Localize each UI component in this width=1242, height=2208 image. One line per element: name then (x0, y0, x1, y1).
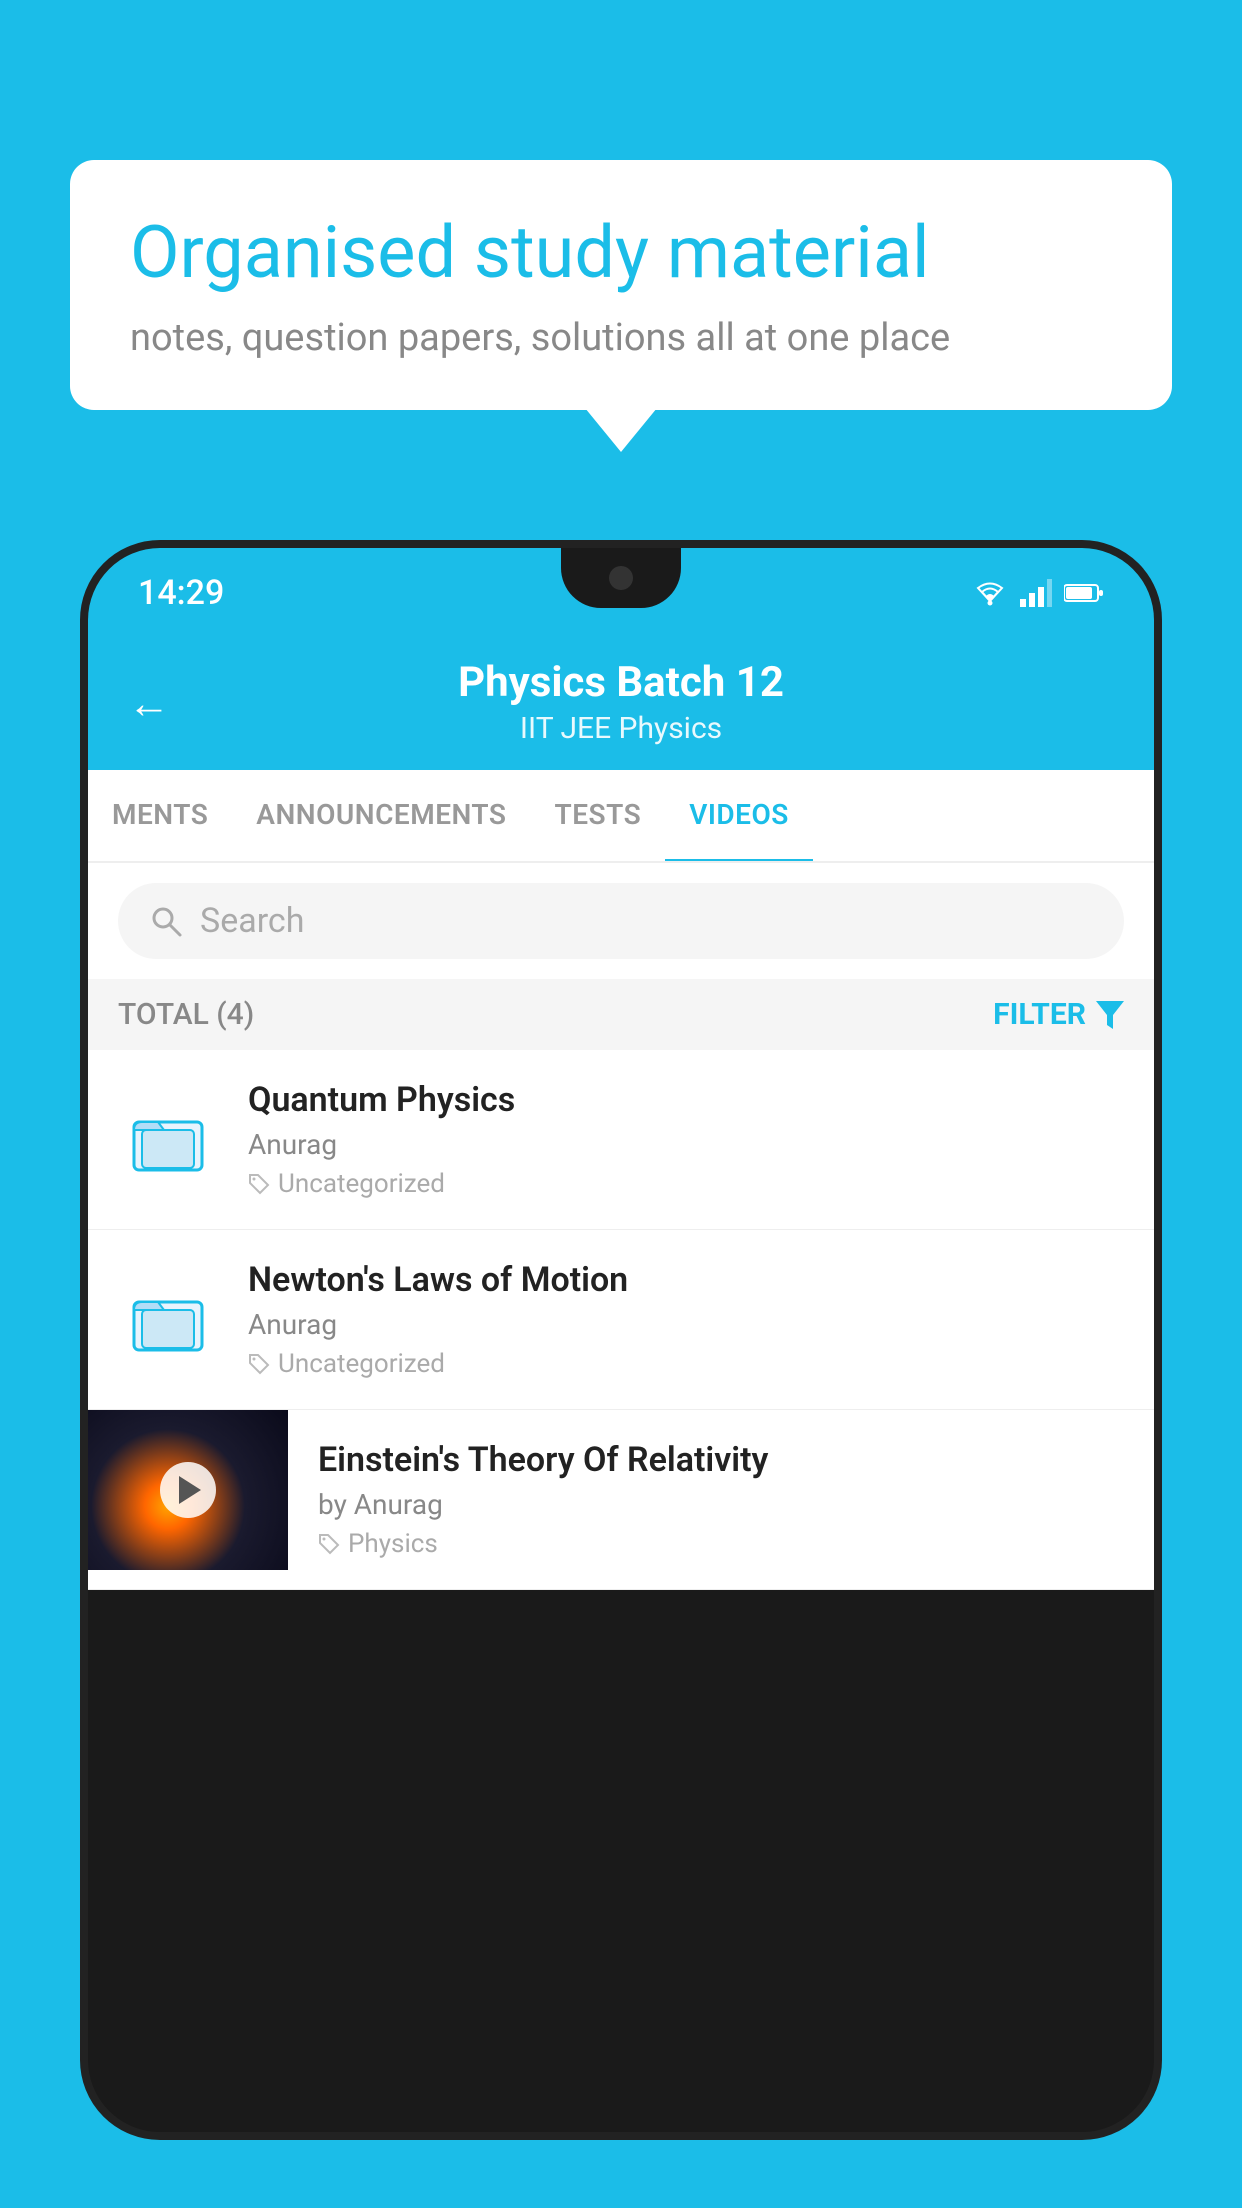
list-item[interactable]: Quantum Physics Anurag Uncategorized (88, 1050, 1154, 1230)
video-info: Newton's Laws of Motion Anurag Uncategor… (248, 1260, 1124, 1379)
list-item[interactable]: Einstein's Theory Of Relativity by Anura… (88, 1410, 1154, 1590)
tabs-container: MENTS ANNOUNCEMENTS TESTS VIDEOS (88, 770, 1154, 863)
tab-videos[interactable]: VIDEOS (665, 770, 813, 863)
filter-button[interactable]: FILTER (993, 997, 1124, 1032)
list-item[interactable]: Newton's Laws of Motion Anurag Uncategor… (88, 1230, 1154, 1410)
tab-ments[interactable]: MENTS (88, 770, 232, 861)
speech-bubble-subtitle: notes, question papers, solutions all at… (130, 316, 1112, 360)
phone: 14:29 (80, 540, 1162, 2140)
filter-row: TOTAL (4) FILTER (88, 979, 1154, 1050)
video-tag: Uncategorized (248, 1169, 1124, 1199)
speech-bubble-title: Organised study material (130, 210, 1112, 296)
tag-icon (248, 1173, 270, 1195)
app-header: ← Physics Batch 12 IIT JEE Physics (88, 638, 1154, 770)
video-thumbnail (88, 1410, 288, 1570)
notch (561, 548, 681, 608)
video-title: Newton's Laws of Motion (248, 1260, 1124, 1300)
status-icons (972, 579, 1104, 607)
tag-icon (248, 1353, 270, 1375)
battery-icon (1064, 582, 1104, 604)
folder-icon (118, 1090, 218, 1190)
search-bar[interactable]: Search (118, 883, 1124, 959)
phone-container: 14:29 (80, 540, 1162, 2208)
header-subtitle: IIT JEE Physics (128, 711, 1114, 746)
search-container: Search (88, 863, 1154, 979)
search-icon (148, 903, 184, 939)
status-time: 14:29 (138, 573, 224, 613)
video-title: Einstein's Theory Of Relativity (318, 1440, 1124, 1480)
video-list: Quantum Physics Anurag Uncategorized (88, 1050, 1154, 1590)
search-input[interactable]: Search (200, 901, 304, 941)
camera-dot (609, 566, 633, 590)
back-button[interactable]: ← (128, 680, 170, 729)
filter-icon (1096, 1001, 1124, 1029)
video-author: by Anurag (318, 1488, 1124, 1521)
tab-announcements[interactable]: ANNOUNCEMENTS (232, 770, 530, 861)
header-title: Physics Batch 12 (128, 658, 1114, 707)
video-info: Quantum Physics Anurag Uncategorized (248, 1080, 1124, 1199)
video-title: Quantum Physics (248, 1080, 1124, 1120)
tab-tests[interactable]: TESTS (531, 770, 666, 861)
play-triangle-icon (179, 1476, 201, 1504)
speech-bubble-container: Organised study material notes, question… (70, 160, 1172, 410)
video-tag: Uncategorized (248, 1349, 1124, 1379)
wifi-icon (972, 579, 1008, 607)
status-bar: 14:29 (88, 548, 1154, 638)
video-tag: Physics (318, 1529, 1124, 1559)
total-count: TOTAL (4) (118, 997, 254, 1032)
speech-bubble: Organised study material notes, question… (70, 160, 1172, 410)
video-info: Einstein's Theory Of Relativity by Anura… (288, 1410, 1154, 1589)
tag-icon (318, 1533, 340, 1555)
play-button[interactable] (160, 1462, 216, 1518)
folder-icon (118, 1270, 218, 1370)
video-author: Anurag (248, 1128, 1124, 1161)
video-author: Anurag (248, 1308, 1124, 1341)
signal-icon (1020, 579, 1052, 607)
